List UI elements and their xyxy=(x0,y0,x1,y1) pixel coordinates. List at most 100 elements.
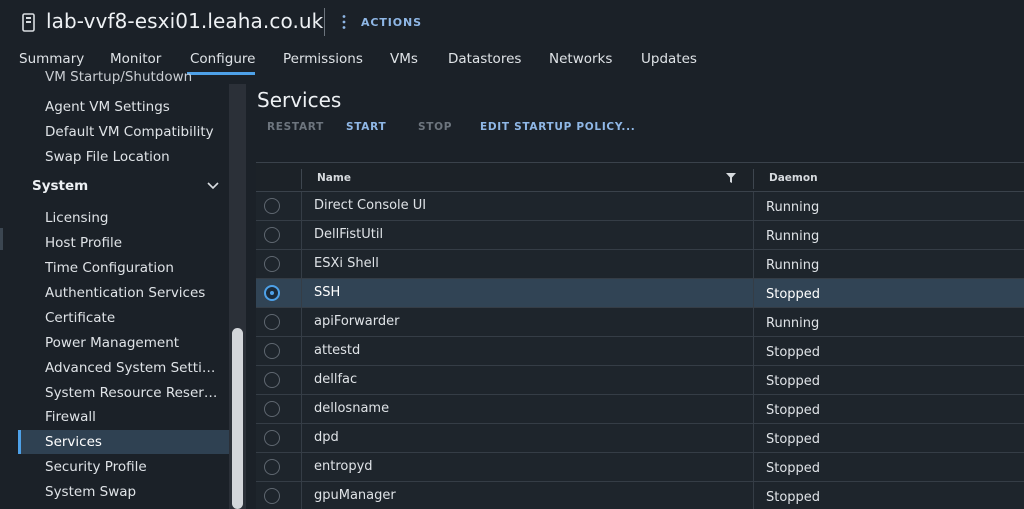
sidebar-scrollbar-thumb[interactable] xyxy=(232,328,243,509)
sidebar-item-vm-startup[interactable]: VM Startup/Shutdown xyxy=(45,69,221,85)
cell-daemon-status: Stopped xyxy=(766,287,821,302)
sidebar-item-time-configuration[interactable]: Time Configuration xyxy=(45,260,221,276)
table-row[interactable]: dellfac Stopped xyxy=(256,366,1024,395)
cell-service-name: DellFistUtil xyxy=(314,227,384,242)
table-row[interactable]: dellosname Stopped xyxy=(256,395,1024,424)
sidebar-edge-marker xyxy=(0,228,3,250)
chevron-down-icon[interactable] xyxy=(206,181,220,191)
table-row-selected[interactable]: SSH Stopped xyxy=(256,279,1024,308)
sidebar-item-system-swap[interactable]: System Swap xyxy=(45,484,221,500)
cell-divider xyxy=(301,337,302,366)
cell-divider xyxy=(301,482,302,509)
table-row[interactable]: entropyd Stopped xyxy=(256,453,1024,482)
cell-divider xyxy=(753,221,754,250)
cell-service-name: ESXi Shell xyxy=(314,256,379,271)
table-row[interactable]: attestd Stopped xyxy=(256,337,1024,366)
configure-sidebar: VM Startup/Shutdown Agent VM Settings De… xyxy=(0,69,246,509)
sidebar-item-agent-vm-settings[interactable]: Agent VM Settings xyxy=(45,99,221,115)
table-row[interactable]: apiForwarder Running xyxy=(256,308,1024,337)
table-row[interactable]: gpuManager Stopped xyxy=(256,482,1024,509)
restart-button[interactable]: RESTART xyxy=(267,121,324,133)
actions-kebab-icon[interactable] xyxy=(341,14,347,30)
filter-icon[interactable] xyxy=(726,173,736,183)
cell-divider xyxy=(301,395,302,424)
row-radio-selected[interactable] xyxy=(264,285,280,301)
sidebar-item-certificate[interactable]: Certificate xyxy=(45,310,221,326)
sidebar-item-licensing[interactable]: Licensing xyxy=(45,210,221,226)
cell-service-name: attestd xyxy=(314,343,361,358)
stop-button[interactable]: STOP xyxy=(418,121,452,133)
sidebar-item-firewall[interactable]: Firewall xyxy=(45,409,221,425)
cell-service-name: entropyd xyxy=(314,459,373,474)
grid-header: Name Daemon xyxy=(256,162,1024,192)
tab-vms[interactable]: VMs xyxy=(390,51,418,67)
row-radio[interactable] xyxy=(264,430,280,446)
cell-daemon-status: Running xyxy=(766,200,820,215)
column-header-daemon[interactable]: Daemon xyxy=(769,172,818,184)
tab-permissions[interactable]: Permissions xyxy=(283,51,363,67)
cell-service-name: gpuManager xyxy=(314,488,396,503)
cell-divider xyxy=(753,482,754,509)
tab-monitor[interactable]: Monitor xyxy=(110,51,161,67)
table-row[interactable]: ESXi Shell Running xyxy=(256,250,1024,279)
services-panel: Services RESTART START STOP EDIT STARTUP… xyxy=(246,76,1024,509)
cell-divider xyxy=(301,366,302,395)
column-separator xyxy=(301,169,302,189)
edit-startup-policy-button[interactable]: EDIT STARTUP POLICY... xyxy=(480,121,635,133)
tab-summary[interactable]: Summary xyxy=(19,51,84,67)
cell-divider xyxy=(301,308,302,337)
row-radio[interactable] xyxy=(264,198,280,214)
tab-updates[interactable]: Updates xyxy=(641,51,697,67)
cell-divider xyxy=(753,366,754,395)
table-row[interactable]: dpd Stopped xyxy=(256,424,1024,453)
sidebar-item-services[interactable]: Services xyxy=(45,434,221,450)
page-title: Services xyxy=(257,88,342,112)
sidebar-item-power-management[interactable]: Power Management xyxy=(45,335,221,351)
row-radio[interactable] xyxy=(264,459,280,475)
row-radio[interactable] xyxy=(264,488,280,504)
tab-configure[interactable]: Configure xyxy=(190,51,255,67)
cell-divider xyxy=(753,424,754,453)
header-divider xyxy=(324,8,325,36)
sidebar-item-security-profile[interactable]: Security Profile xyxy=(45,459,221,475)
cell-divider xyxy=(301,192,302,221)
sidebar-item-default-vm-compat[interactable]: Default VM Compatibility xyxy=(45,124,221,140)
sidebar-item-advanced-system-settings[interactable]: Advanced System Settin... xyxy=(45,360,221,376)
cell-divider xyxy=(753,337,754,366)
cell-service-name: dpd xyxy=(314,430,339,445)
cell-daemon-status: Stopped xyxy=(766,432,821,447)
row-radio[interactable] xyxy=(264,401,280,417)
row-radio[interactable] xyxy=(264,343,280,359)
actions-button[interactable]: ACTIONS xyxy=(361,16,422,29)
row-radio[interactable] xyxy=(264,372,280,388)
cell-service-name: dellfac xyxy=(314,372,358,387)
cell-daemon-status: Stopped xyxy=(766,461,821,476)
cell-divider xyxy=(753,395,754,424)
services-grid: Name Daemon Direct Console UI Running De… xyxy=(256,162,1024,509)
table-row[interactable]: Direct Console UI Running xyxy=(256,192,1024,221)
table-row[interactable]: DellFistUtil Running xyxy=(256,221,1024,250)
sidebar-item-host-profile[interactable]: Host Profile xyxy=(45,235,221,251)
column-separator[interactable] xyxy=(753,169,754,189)
start-button[interactable]: START xyxy=(346,121,386,133)
row-radio[interactable] xyxy=(264,227,280,243)
tab-networks[interactable]: Networks xyxy=(549,51,612,67)
cell-service-name: SSH xyxy=(314,285,341,300)
cell-daemon-status: Stopped xyxy=(766,374,821,389)
cell-divider xyxy=(753,279,754,308)
row-radio[interactable] xyxy=(264,314,280,330)
sidebar-item-authentication-services[interactable]: Authentication Services xyxy=(45,285,221,301)
sidebar-item-system-resource-reservation[interactable]: System Resource Reserv... xyxy=(45,385,221,401)
sidebar-item-swap-file-location[interactable]: Swap File Location xyxy=(45,149,221,165)
cell-daemon-status: Running xyxy=(766,258,820,273)
cell-daemon-status: Stopped xyxy=(766,345,821,360)
cell-divider xyxy=(753,308,754,337)
cell-daemon-status: Running xyxy=(766,229,820,244)
cell-divider xyxy=(301,453,302,482)
column-header-name[interactable]: Name xyxy=(317,172,351,184)
sidebar-group-system[interactable]: System xyxy=(32,178,88,194)
cell-service-name: dellosname xyxy=(314,401,390,416)
tab-datastores[interactable]: Datastores xyxy=(448,51,521,67)
object-header: lab-vvf8-esxi01.leaha.co.uk ACTIONS xyxy=(0,0,1024,44)
row-radio[interactable] xyxy=(264,256,280,272)
